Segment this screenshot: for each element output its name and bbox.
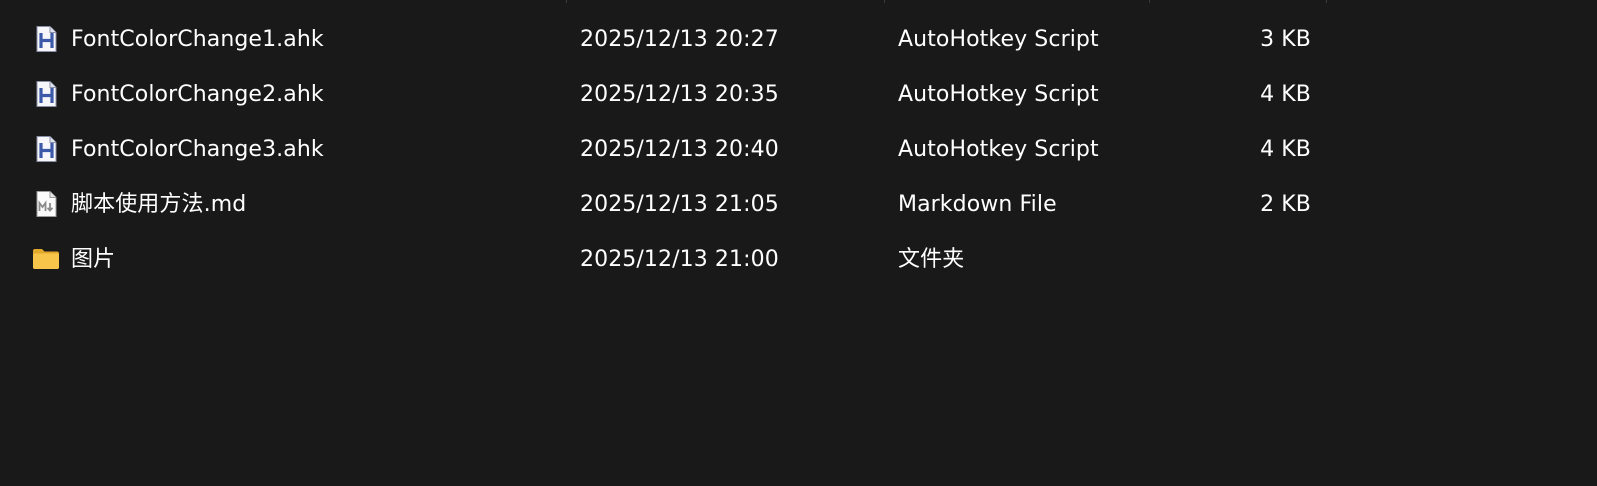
column-divider-type-size[interactable] xyxy=(1149,0,1150,3)
column-divider-date-type[interactable] xyxy=(884,0,885,3)
file-date-modified: 2025/12/13 20:35 xyxy=(580,82,779,107)
file-row-fontcolorchange2[interactable]: FontColorChange2.ahk 2025/12/13 20:35 Au… xyxy=(0,67,1597,122)
file-date-modified: 2025/12/13 21:00 xyxy=(580,247,779,272)
file-size: 4 KB xyxy=(1260,82,1311,107)
ahk-script-icon xyxy=(32,135,60,163)
file-type: AutoHotkey Script xyxy=(898,27,1099,52)
file-name: FontColorChange3.ahk xyxy=(71,137,324,162)
folder-icon xyxy=(32,245,60,273)
file-type: Markdown File xyxy=(898,192,1057,217)
markdown-file-icon xyxy=(32,190,60,218)
file-date-modified: 2025/12/13 20:40 xyxy=(580,137,779,162)
file-date-modified: 2025/12/13 20:27 xyxy=(580,27,779,52)
file-name: FontColorChange2.ahk xyxy=(71,82,324,107)
ahk-script-icon xyxy=(32,80,60,108)
file-row-usage-md[interactable]: 脚本使用方法.md 2025/12/13 21:05 Markdown File… xyxy=(0,177,1597,232)
file-date-modified: 2025/12/13 21:05 xyxy=(580,192,779,217)
file-name: 脚本使用方法.md xyxy=(71,192,247,217)
column-divider-size-end[interactable] xyxy=(1326,0,1327,3)
file-row-fontcolorchange1[interactable]: FontColorChange1.ahk 2025/12/13 20:27 Au… xyxy=(0,12,1597,67)
column-divider-name-date[interactable] xyxy=(566,0,567,3)
file-row-fontcolorchange3[interactable]: FontColorChange3.ahk 2025/12/13 20:40 Au… xyxy=(0,122,1597,177)
file-size: 2 KB xyxy=(1260,192,1311,217)
file-type: AutoHotkey Script xyxy=(898,137,1099,162)
file-list: FontColorChange1.ahk 2025/12/13 20:27 Au… xyxy=(0,12,1597,287)
file-size: 4 KB xyxy=(1260,137,1311,162)
file-name: FontColorChange1.ahk xyxy=(71,27,324,52)
file-type: 文件夹 xyxy=(898,247,965,272)
file-type: AutoHotkey Script xyxy=(898,82,1099,107)
file-size xyxy=(1220,232,1311,287)
ahk-script-icon xyxy=(32,25,60,53)
file-name: 图片 xyxy=(71,247,116,272)
file-row-images-folder[interactable]: 图片 2025/12/13 21:00 文件夹 xyxy=(0,232,1597,287)
file-size: 3 KB xyxy=(1260,27,1311,52)
